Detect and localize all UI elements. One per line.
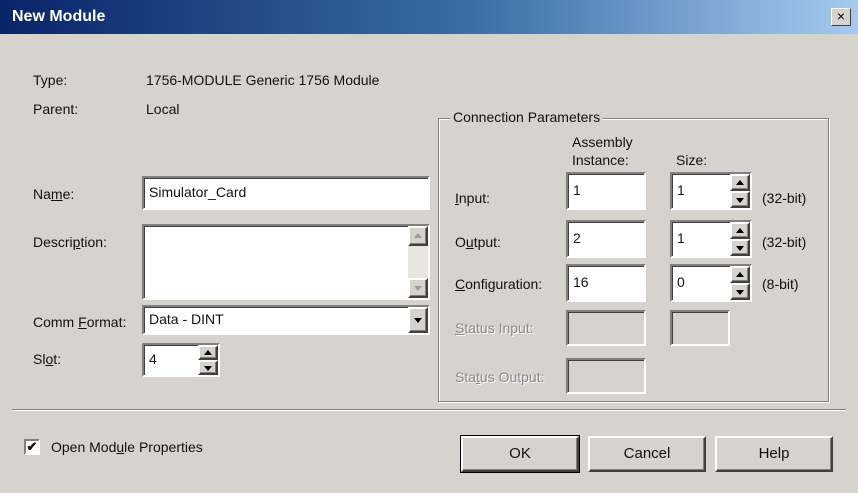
spin-down-icon bbox=[736, 290, 744, 295]
chevron-down-icon bbox=[414, 318, 422, 323]
close-button[interactable]: × bbox=[831, 8, 851, 26]
output-size-value: 1 bbox=[677, 230, 685, 246]
description-label: Description: bbox=[33, 234, 107, 250]
cancel-button[interactable]: Cancel bbox=[588, 436, 706, 472]
name-label: Name: bbox=[33, 186, 75, 202]
input-unit: (32-bit) bbox=[762, 190, 807, 206]
comm-format-value: Data - DINT bbox=[149, 311, 224, 327]
comm-format-label: Comm Format: bbox=[33, 314, 127, 330]
spin-down-icon bbox=[736, 198, 744, 203]
slot-up-button[interactable] bbox=[198, 345, 218, 360]
status-input-size-field bbox=[670, 310, 730, 346]
assembly-header-line2: Instance: bbox=[572, 152, 629, 168]
status-output-instance-field bbox=[566, 358, 646, 394]
status-input-instance-field bbox=[566, 310, 646, 346]
description-textarea[interactable] bbox=[142, 224, 430, 300]
scroll-down-icon bbox=[414, 286, 422, 291]
input-size-stepper[interactable]: 1 bbox=[670, 172, 752, 210]
connection-parameters-title: Connection Parameters bbox=[450, 109, 604, 125]
title-bar: New Module × bbox=[0, 0, 858, 34]
spin-down-icon bbox=[204, 366, 212, 371]
output-label: Output: bbox=[455, 234, 501, 250]
input-instance-field[interactable]: 1 bbox=[566, 172, 646, 210]
slot-label: Slot: bbox=[33, 351, 62, 367]
spin-up-icon bbox=[736, 228, 744, 233]
input-size-down-button[interactable] bbox=[730, 191, 750, 208]
parent-label: Parent: bbox=[33, 101, 79, 117]
configuration-size-stepper[interactable]: 0 bbox=[670, 264, 752, 302]
slot-down-button[interactable] bbox=[198, 360, 218, 375]
input-size-up-button[interactable] bbox=[730, 174, 750, 191]
status-input-label: Status Input: bbox=[455, 320, 534, 336]
ok-button[interactable]: OK bbox=[460, 435, 580, 473]
window-title: New Module bbox=[12, 8, 106, 25]
open-module-properties-checkbox[interactable]: ✔ bbox=[24, 439, 40, 455]
scroll-up-button[interactable] bbox=[408, 226, 428, 246]
size-header: Size: bbox=[676, 152, 708, 168]
configuration-size-down-button[interactable] bbox=[730, 283, 750, 300]
configuration-size-up-button[interactable] bbox=[730, 266, 750, 283]
parent-value: Local bbox=[146, 101, 180, 117]
assembly-header-line1: Assembly bbox=[572, 134, 633, 150]
name-input[interactable]: Simulator_Card bbox=[142, 176, 430, 210]
spin-up-icon bbox=[204, 350, 212, 355]
output-size-up-button[interactable] bbox=[730, 222, 750, 239]
slot-value: 4 bbox=[149, 351, 157, 367]
output-size-down-button[interactable] bbox=[730, 239, 750, 256]
configuration-instance-field[interactable]: 16 bbox=[566, 264, 646, 302]
input-label: Input: bbox=[455, 190, 491, 206]
spin-down-icon bbox=[736, 246, 744, 251]
comm-format-dropdown-button[interactable] bbox=[408, 307, 428, 333]
scroll-up-icon bbox=[414, 233, 422, 238]
configuration-size-value: 0 bbox=[677, 274, 685, 290]
type-value: 1756-MODULE Generic 1756 Module bbox=[146, 72, 380, 88]
input-size-value: 1 bbox=[677, 182, 685, 198]
type-label: Type: bbox=[33, 72, 68, 88]
spin-up-icon bbox=[736, 272, 744, 277]
configuration-label: Configuration: bbox=[455, 276, 543, 292]
output-size-stepper[interactable]: 1 bbox=[670, 220, 752, 258]
scroll-down-button[interactable] bbox=[408, 278, 428, 298]
status-output-label: Status Output: bbox=[455, 369, 545, 385]
help-button[interactable]: Help bbox=[715, 436, 833, 472]
configuration-unit: (8-bit) bbox=[762, 276, 799, 292]
description-scrollbar[interactable] bbox=[408, 226, 428, 298]
comm-format-select[interactable]: Data - DINT bbox=[142, 305, 430, 335]
output-instance-field[interactable]: 2 bbox=[566, 220, 646, 258]
output-unit: (32-bit) bbox=[762, 234, 807, 250]
slot-stepper[interactable]: 4 bbox=[142, 343, 220, 377]
open-module-properties-label[interactable]: Open Module Properties bbox=[51, 439, 203, 455]
spin-up-icon bbox=[736, 180, 744, 185]
footer-separator bbox=[12, 409, 846, 411]
